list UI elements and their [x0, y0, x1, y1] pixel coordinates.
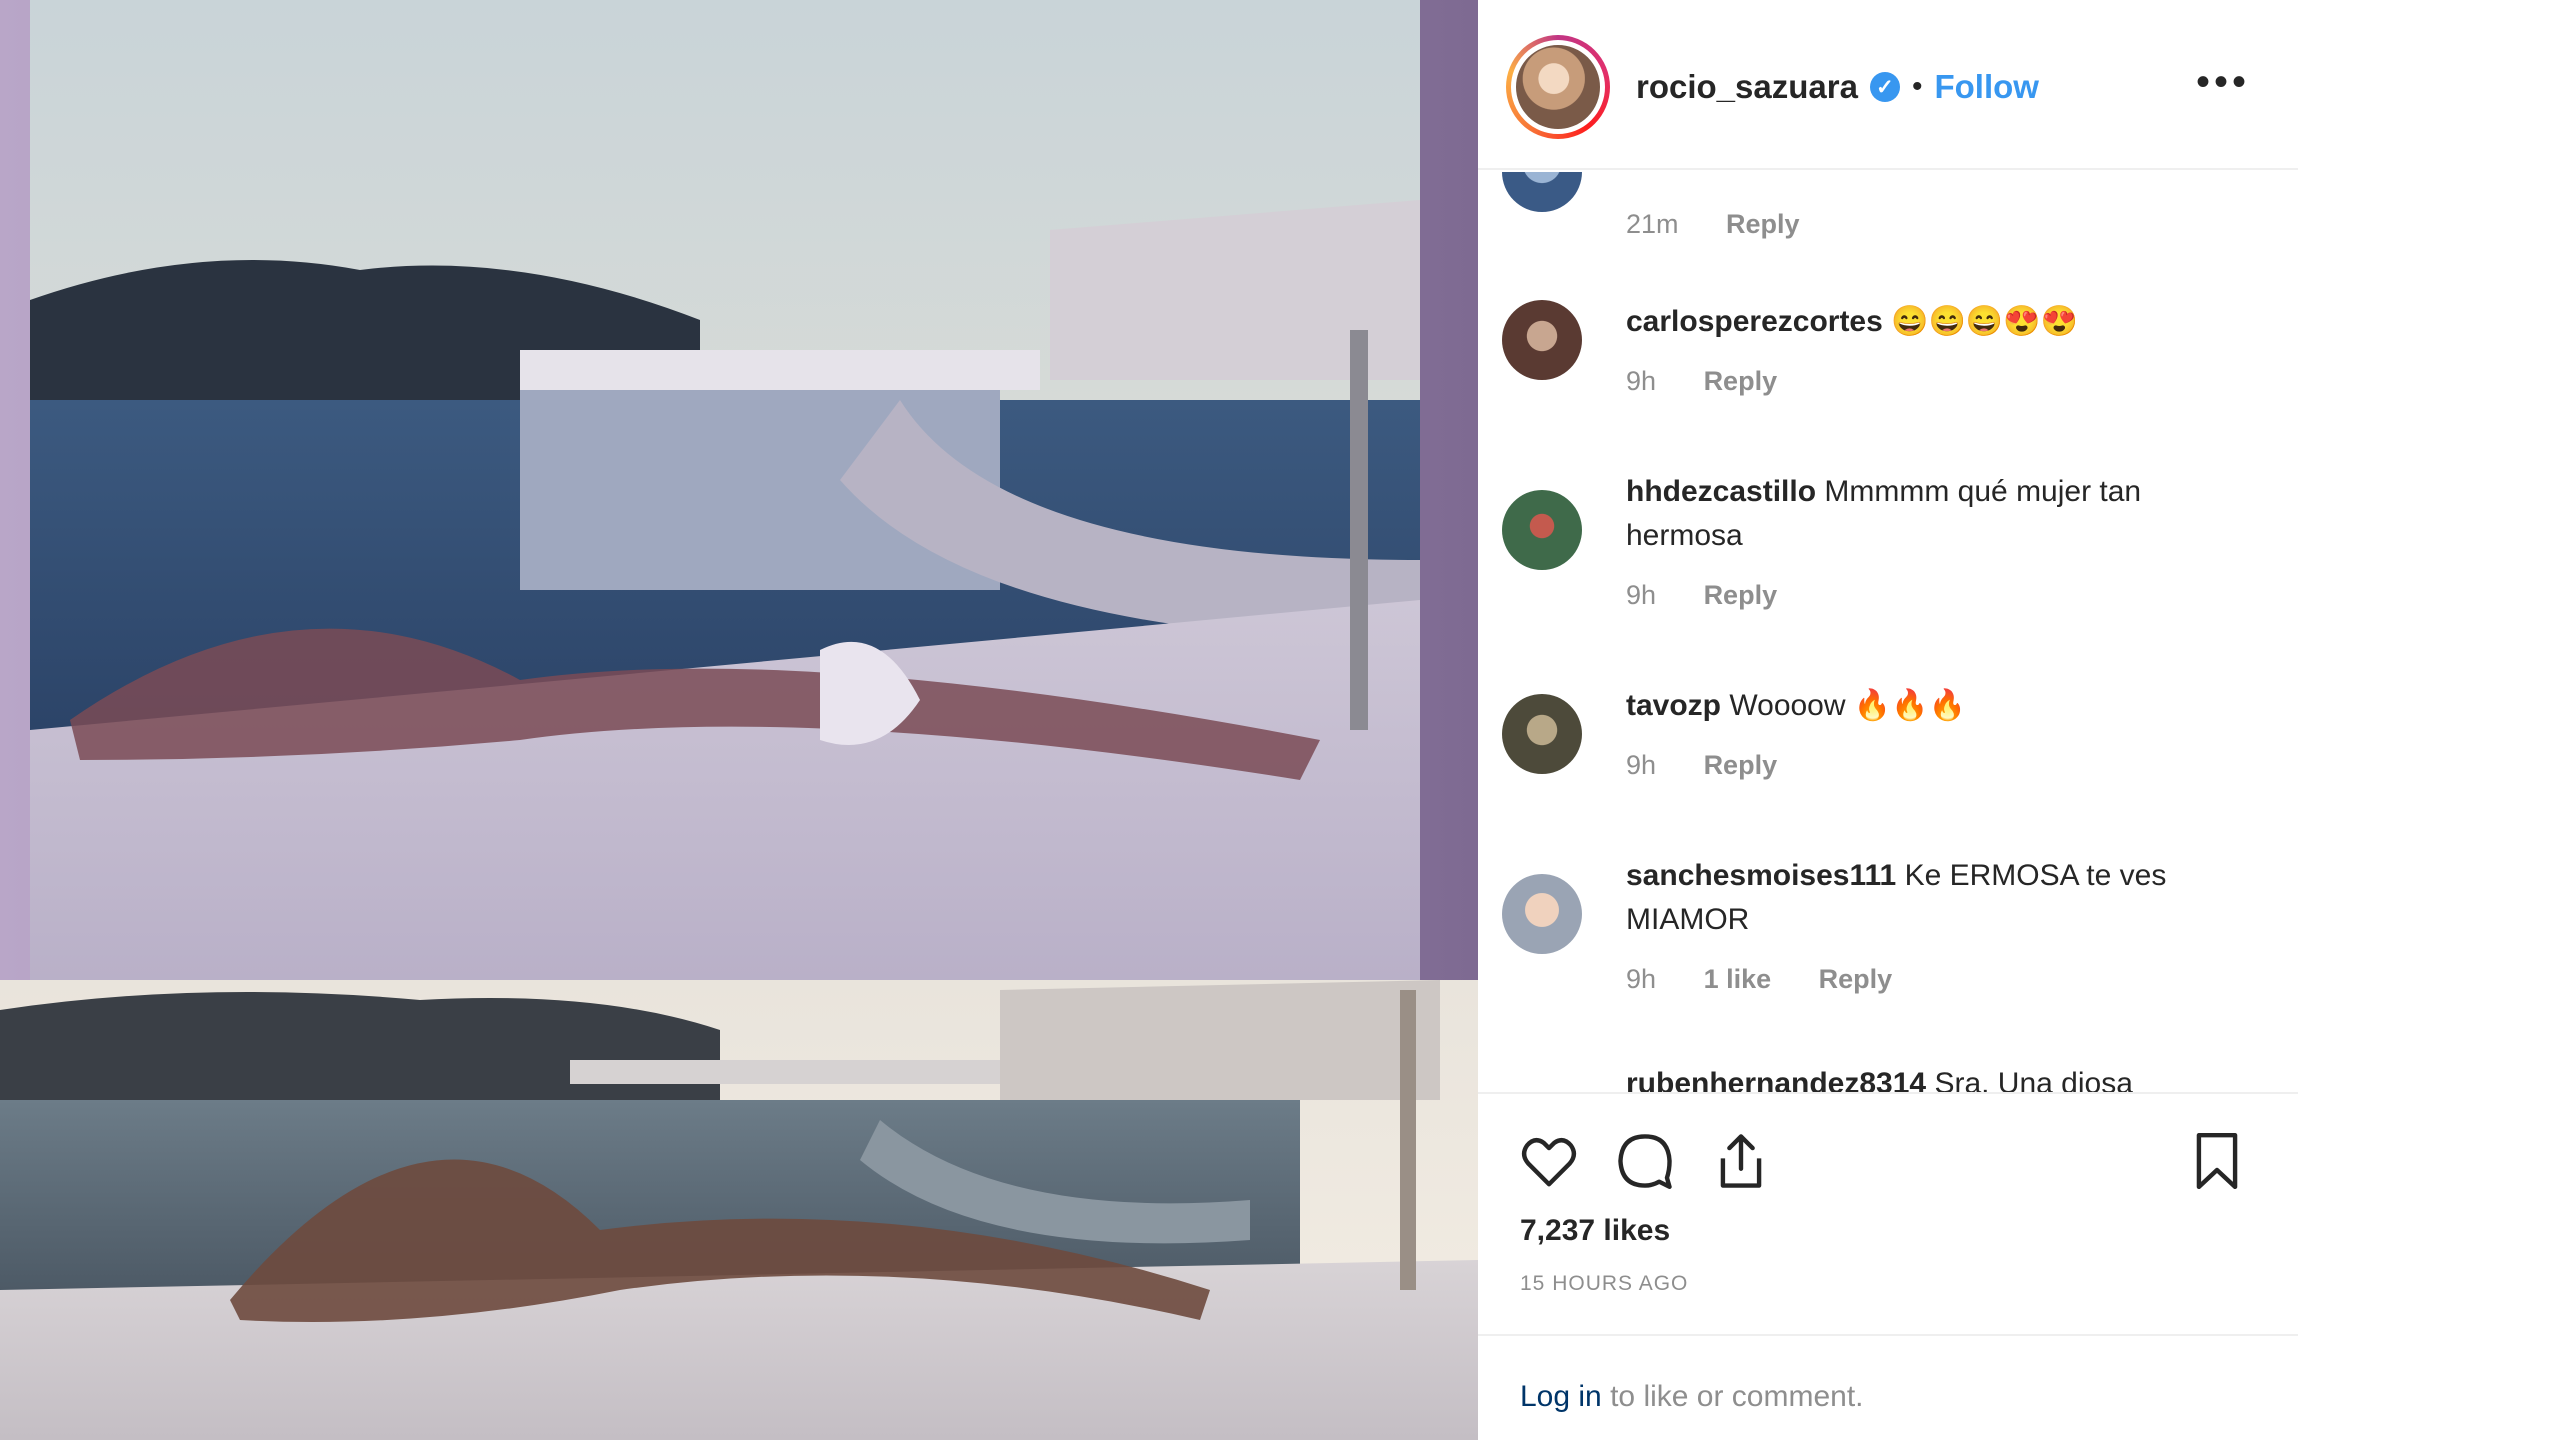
post-header: rocio_sazuara ✓ • Follow ••• [1506, 32, 2270, 142]
reply-button[interactable]: Reply [1704, 750, 1778, 780]
commenter-avatar[interactable] [1502, 172, 1582, 212]
comment-time: 9h [1626, 366, 1657, 396]
comment-time: 9h [1626, 580, 1657, 610]
comment-time: 21m [1626, 209, 1679, 239]
footer-divider [1478, 1334, 2298, 1336]
commenter-username[interactable]: rubenhernandez8314 [1626, 1067, 1926, 1092]
post-sidebar: rocio_sazuara ✓ • Follow ••• 21m Reply c… [1478, 0, 2298, 1440]
comments-list[interactable]: 21m Reply carlosperezcortes 😄😄😄😍😍 9h Rep… [1478, 172, 2298, 1092]
post-timestamp: 15 HOURS AGO [1520, 1272, 1689, 1295]
author-avatar[interactable] [1506, 35, 1610, 139]
commenter-username[interactable]: tavozp [1626, 689, 1721, 722]
comment-likes[interactable]: 1 like [1704, 964, 1772, 994]
comment-meta: 9h Reply [1626, 580, 2246, 611]
comment-time: 9h [1626, 964, 1657, 994]
action-bar [1518, 1130, 2258, 1200]
likes-count[interactable]: 7,237 likes [1520, 1214, 1670, 1248]
login-prompt: Log in to like or comment. [1520, 1380, 1864, 1414]
reply-button[interactable]: Reply [1819, 964, 1893, 994]
commenter-avatar[interactable] [1502, 874, 1582, 954]
comment-icon[interactable] [1614, 1130, 1676, 1192]
comment-meta: 9h 1 like Reply [1626, 964, 2246, 995]
commenter-avatar[interactable] [1502, 490, 1582, 570]
reply-button[interactable]: Reply [1726, 209, 1800, 239]
comment-time: 9h [1626, 750, 1657, 780]
reply-button[interactable]: Reply [1704, 580, 1778, 610]
verified-badge-icon: ✓ [1869, 72, 1900, 102]
more-options-icon[interactable]: ••• [2196, 62, 2250, 102]
commenter-username[interactable]: hhdezcastillo [1626, 475, 1816, 508]
comment-text: Woooow 🔥🔥🔥 [1729, 689, 1966, 722]
comments-divider [1478, 1092, 2298, 1094]
separator-dot: • [1911, 70, 1923, 103]
comment-text: Sra. Una diosa [1934, 1067, 2133, 1092]
commenter-username[interactable]: sanchesmoises111 [1626, 859, 1896, 892]
heart-icon[interactable] [1518, 1130, 1580, 1192]
share-icon[interactable] [1710, 1130, 1772, 1192]
comment-text: 😄😄😄😍😍 [1891, 305, 2078, 338]
comment-meta: 21m Reply [1626, 209, 2246, 240]
post-image [0, 0, 1478, 1440]
login-link[interactable]: Log in [1520, 1380, 1602, 1413]
commenter-avatar[interactable] [1502, 694, 1582, 774]
follow-button[interactable]: Follow [1934, 68, 2038, 106]
header-divider [1478, 168, 2298, 170]
commenter-avatar[interactable] [1502, 300, 1582, 380]
reply-button[interactable]: Reply [1704, 366, 1778, 396]
login-prompt-text: to like or comment. [1601, 1380, 1864, 1413]
author-username[interactable]: rocio_sazuara [1636, 68, 1858, 106]
commenter-username[interactable]: carlosperezcortes [1626, 305, 1883, 338]
comment-meta: 9h Reply [1626, 750, 2246, 781]
post-photo[interactable] [0, 0, 1478, 1440]
bookmark-icon[interactable] [2186, 1130, 2248, 1192]
comment-meta: 9h Reply [1626, 366, 2246, 397]
